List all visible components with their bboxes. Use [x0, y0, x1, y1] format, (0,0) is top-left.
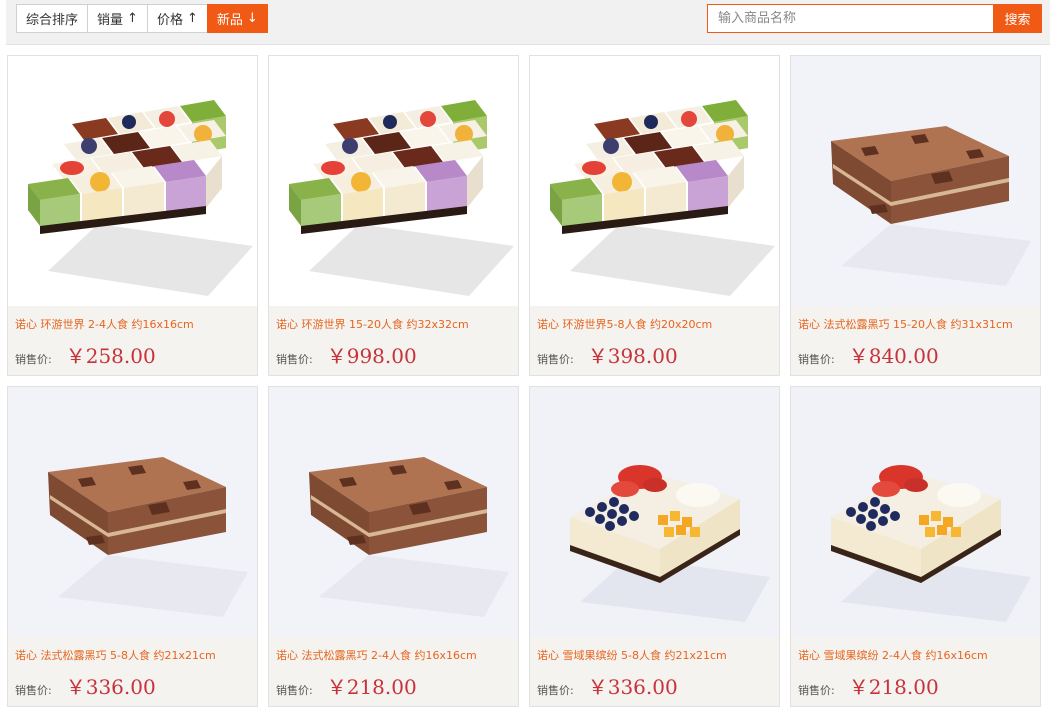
arrow-up-icon: ↑ [186, 11, 198, 26]
sort-label: 新品 [216, 13, 243, 28]
product-card[interactable]: 诺心 环游世界 15-20人食 约32x32cm 销售价: ￥998.00 [268, 55, 519, 376]
tiramisu-cake-icon[interactable] [269, 387, 518, 637]
search-box: 搜索 [707, 4, 1042, 33]
product-price: ￥336.00 [65, 675, 156, 699]
product-name[interactable]: 诺心 雪域果缤纷 5-8人食 约21x21cm [537, 647, 727, 663]
price-label: 销售价: [15, 353, 52, 366]
product-price: ￥398.00 [587, 344, 678, 368]
price-row: 销售价: ￥258.00 [15, 340, 156, 369]
product-info: 诺心 环游世界5-8人食 约20x20cm 销售价: ￥398.00 [530, 306, 779, 375]
price-label: 销售价: [15, 684, 52, 697]
sort-price-button[interactable]: 价格 ↑ [146, 4, 208, 33]
search-button[interactable]: 搜索 [993, 4, 1042, 33]
product-info: 诺心 环游世界 15-20人食 约32x32cm 销售价: ￥998.00 [269, 306, 518, 375]
product-info: 诺心 雪域果缤纷 5-8人食 约21x21cm 销售价: ￥336.00 [530, 637, 779, 706]
product-price: ￥258.00 [65, 344, 156, 368]
price-label: 销售价: [276, 353, 313, 366]
price-row: 销售价: ￥336.00 [537, 671, 678, 700]
price-row: 销售价: ￥218.00 [276, 671, 417, 700]
product-name[interactable]: 诺心 环游世界5-8人食 约20x20cm [537, 316, 712, 332]
product-price: ￥840.00 [848, 344, 939, 368]
product-price: ￥998.00 [326, 344, 417, 368]
product-price: ￥336.00 [587, 675, 678, 699]
arrow-down-icon: ↓ [246, 11, 258, 26]
product-info: 诺心 雪域果缤纷 2-4人食 约16x16cm 销售价: ￥218.00 [791, 637, 1040, 706]
product-name[interactable]: 诺心 雪域果缤纷 2-4人食 约16x16cm [798, 647, 988, 663]
price-label: 销售价: [798, 353, 835, 366]
price-label: 销售价: [798, 684, 835, 697]
tile-cake-icon[interactable] [530, 56, 779, 306]
sort-sales-button[interactable]: 销量 ↑ [87, 4, 148, 33]
product-card[interactable]: 诺心 法式松露黑巧 15-20人食 约31x31cm 销售价: ￥840.00 [790, 55, 1041, 376]
search-input[interactable] [707, 4, 993, 33]
tile-cake-icon[interactable] [269, 56, 518, 306]
price-row: 销售价: ￥998.00 [276, 340, 417, 369]
product-name[interactable]: 诺心 法式松露黑巧 2-4人食 约16x16cm [276, 647, 477, 663]
product-card[interactable]: 诺心 环游世界 2-4人食 约16x16cm 销售价: ￥258.00 [7, 55, 258, 376]
product-name[interactable]: 诺心 环游世界 2-4人食 约16x16cm [15, 316, 194, 332]
product-name[interactable]: 诺心 环游世界 15-20人食 约32x32cm [276, 316, 469, 332]
price-row: 销售价: ￥840.00 [798, 340, 939, 369]
price-label: 销售价: [537, 684, 574, 697]
sort-new-button[interactable]: 新品 ↓ [206, 4, 268, 33]
tile-cake-icon[interactable] [8, 56, 257, 306]
price-label: 销售价: [537, 353, 574, 366]
product-card[interactable]: 诺心 雪域果缤纷 2-4人食 约16x16cm 销售价: ￥218.00 [790, 386, 1041, 707]
sort-toolbar: 综合排序 销量 ↑ 价格 ↑ 新品 ↓ 搜索 [6, 0, 1050, 45]
fruit-cake-icon[interactable] [530, 387, 779, 637]
product-card[interactable]: 诺心 环游世界5-8人食 约20x20cm 销售价: ￥398.00 [529, 55, 780, 376]
product-card[interactable]: 诺心 法式松露黑巧 2-4人食 约16x16cm 销售价: ￥218.00 [268, 386, 519, 707]
sort-label: 价格 [156, 13, 183, 28]
sort-label: 销量 [97, 13, 124, 28]
product-grid: 诺心 环游世界 2-4人食 约16x16cm 销售价: ￥258.00 诺心 环… [7, 55, 1044, 707]
product-name[interactable]: 诺心 法式松露黑巧 15-20人食 约31x31cm [798, 316, 1013, 332]
product-price: ￥218.00 [326, 675, 417, 699]
tiramisu-cake-icon[interactable] [791, 56, 1040, 306]
product-info: 诺心 法式松露黑巧 2-4人食 约16x16cm 销售价: ￥218.00 [269, 637, 518, 706]
sort-comprehensive-button[interactable]: 综合排序 [16, 4, 89, 33]
product-info: 诺心 环游世界 2-4人食 约16x16cm 销售价: ￥258.00 [8, 306, 257, 375]
product-card[interactable]: 诺心 雪域果缤纷 5-8人食 约21x21cm 销售价: ￥336.00 [529, 386, 780, 707]
price-row: 销售价: ￥218.00 [798, 671, 939, 700]
product-price: ￥218.00 [848, 675, 939, 699]
sort-label: 综合排序 [26, 13, 79, 28]
price-label: 销售价: [276, 684, 313, 697]
product-card[interactable]: 诺心 法式松露黑巧 5-8人食 约21x21cm 销售价: ￥336.00 [7, 386, 258, 707]
arrow-up-icon: ↑ [127, 11, 138, 26]
tiramisu-cake-icon[interactable] [8, 387, 257, 637]
product-name[interactable]: 诺心 法式松露黑巧 5-8人食 约21x21cm [15, 647, 216, 663]
sort-options: 综合排序 销量 ↑ 价格 ↑ 新品 ↓ [16, 4, 268, 33]
fruit-cake-icon[interactable] [791, 387, 1040, 637]
product-info: 诺心 法式松露黑巧 15-20人食 约31x31cm 销售价: ￥840.00 [791, 306, 1040, 375]
price-row: 销售价: ￥398.00 [537, 340, 678, 369]
product-info: 诺心 法式松露黑巧 5-8人食 约21x21cm 销售价: ￥336.00 [8, 637, 257, 706]
price-row: 销售价: ￥336.00 [15, 671, 156, 700]
